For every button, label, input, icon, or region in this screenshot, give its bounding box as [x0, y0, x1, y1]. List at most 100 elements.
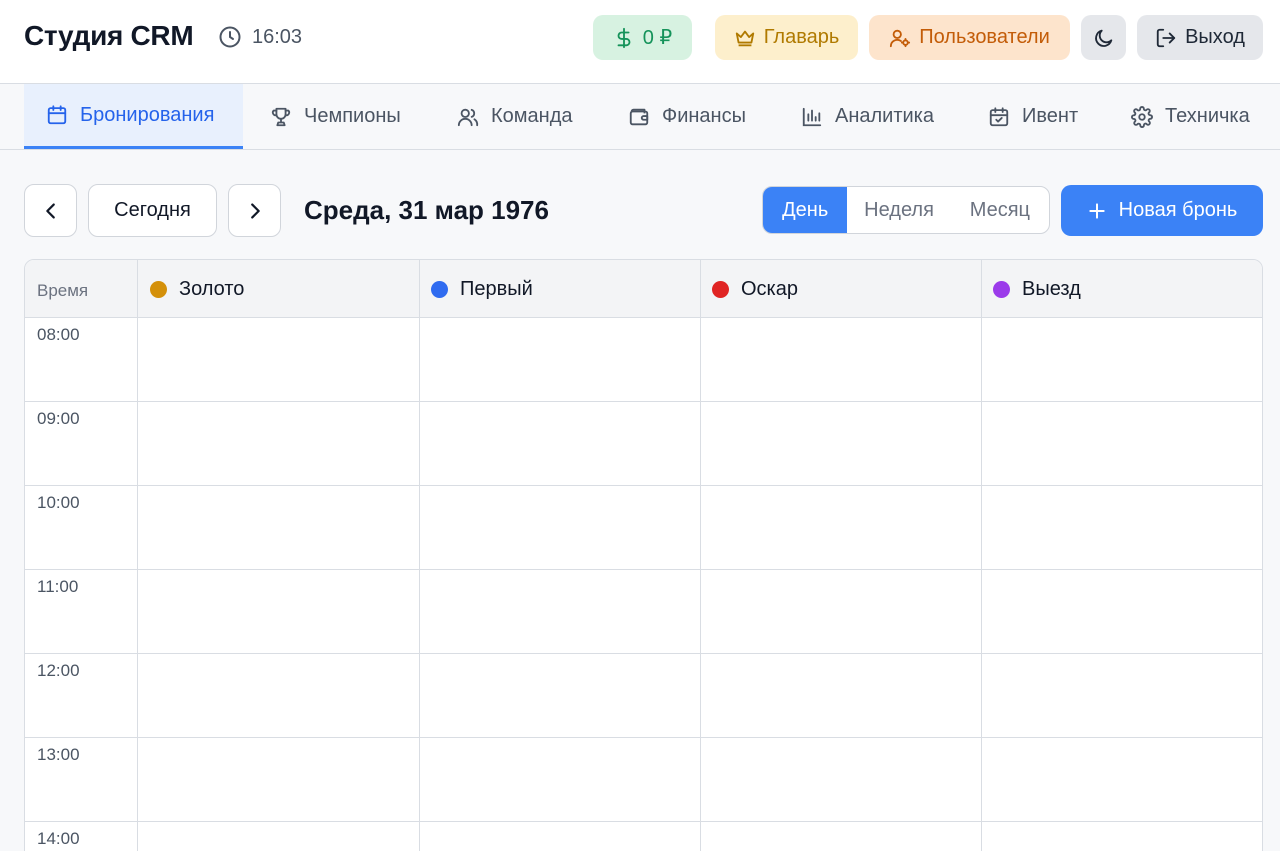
tab-event[interactable]: Ивент	[988, 84, 1078, 149]
calendar-icon	[47, 105, 67, 125]
slot-cell[interactable]	[138, 486, 419, 569]
tab-technical[interactable]: Техничка	[1131, 84, 1250, 149]
slot-cell[interactable]	[420, 486, 700, 569]
tab-label: Команда	[491, 105, 573, 127]
room-color-dot	[712, 280, 729, 298]
time-slot-label: 12:00	[37, 661, 80, 680]
slot-cell[interactable]	[701, 654, 981, 737]
moon-icon	[1094, 29, 1112, 47]
tab-label: Финансы	[662, 105, 746, 127]
main-tabs: Бронирования Чемпионы Команда Финансы Ан…	[0, 84, 1280, 150]
next-day-button[interactable]	[228, 184, 281, 237]
tab-label: Техничка	[1165, 105, 1250, 127]
slot-cell[interactable]	[138, 318, 419, 401]
slot-cell[interactable]	[982, 318, 1262, 401]
chevron-left-icon	[45, 202, 55, 219]
slot-cell[interactable]	[138, 738, 419, 821]
tab-label: Чемпионы	[304, 105, 401, 127]
room-color-dot	[431, 280, 448, 298]
trophy-icon	[271, 107, 291, 126]
time-slot-label: 08:00	[37, 325, 80, 344]
room-name: Золото	[179, 277, 245, 300]
tab-label: Аналитика	[835, 105, 934, 127]
app-title: Студия CRM	[24, 20, 194, 51]
prev-day-button[interactable]	[24, 184, 77, 237]
tab-bookings[interactable]: Бронирования	[24, 84, 243, 149]
users-label: Пользователи	[919, 26, 1050, 48]
room-color-dot	[993, 280, 1010, 298]
room-name: Первый	[460, 277, 533, 300]
calendar-header-row: Время Золото Первый Оскар Выезд	[25, 260, 1262, 318]
slot-cell[interactable]	[138, 402, 419, 485]
slot-cell[interactable]	[701, 738, 981, 821]
tab-champions[interactable]: Чемпионы	[270, 84, 401, 149]
logout-label: Выход	[1185, 26, 1245, 48]
users-button[interactable]: Пользователи	[869, 15, 1070, 60]
slot-cell[interactable]	[982, 738, 1262, 821]
wallet-icon	[629, 108, 649, 125]
room-name: Оскар	[741, 277, 798, 300]
gear-icon	[1131, 105, 1153, 128]
boss-button[interactable]: Главарь	[715, 15, 858, 60]
slot-cell[interactable]	[982, 402, 1262, 485]
time-slot-label: 14:00	[37, 829, 80, 848]
slot-cell[interactable]	[701, 318, 981, 401]
plus-icon	[1089, 202, 1105, 219]
view-month-button[interactable]: Месяц	[951, 187, 1049, 233]
time-slot-label: 10:00	[37, 493, 80, 512]
calendar-check-icon	[989, 106, 1009, 126]
slot-cell[interactable]	[982, 486, 1262, 569]
user-gear-icon	[890, 29, 911, 47]
slot-cell[interactable]	[420, 738, 700, 821]
room-name: Выезд	[1022, 277, 1081, 300]
chevron-right-icon	[250, 202, 260, 219]
slot-cell[interactable]	[420, 570, 700, 653]
new-booking-button[interactable]: Новая бронь	[1061, 185, 1263, 236]
today-button[interactable]: Сегодня	[88, 184, 217, 237]
slot-cell[interactable]	[701, 402, 981, 485]
current-date-title: Среда, 31 мар 1976	[304, 195, 549, 225]
slot-cell[interactable]	[982, 570, 1262, 653]
balance-button[interactable]: 0 ₽	[593, 15, 692, 60]
slot-cell[interactable]	[420, 402, 700, 485]
slot-cell[interactable]	[701, 570, 981, 653]
view-switcher: День Неделя Месяц	[762, 186, 1050, 234]
slot-cell[interactable]	[138, 570, 419, 653]
room-header-gold: Золото	[138, 260, 244, 318]
users-icon	[457, 108, 479, 126]
crown-icon	[735, 30, 754, 46]
room-color-dot	[150, 280, 167, 298]
boss-label: Главарь	[763, 26, 840, 48]
view-week-button[interactable]: Неделя	[847, 187, 950, 233]
dollar-icon	[617, 27, 631, 48]
bar-chart-icon	[802, 107, 822, 126]
theme-toggle-button[interactable]	[1081, 15, 1126, 60]
logout-button[interactable]: Выход	[1137, 15, 1263, 60]
slot-cell[interactable]	[982, 654, 1262, 737]
slot-cell[interactable]	[138, 654, 419, 737]
slot-cell[interactable]	[420, 318, 700, 401]
tab-finance[interactable]: Финансы	[628, 84, 746, 149]
row-divider	[25, 821, 1262, 822]
room-header-outside: Выезд	[981, 260, 1081, 318]
view-day-button[interactable]: День	[763, 187, 848, 233]
room-header-first: Первый	[419, 260, 533, 318]
balance-value: 0 ₽	[642, 27, 673, 49]
room-header-oscar: Оскар	[700, 260, 798, 318]
app-header: Студия CRM 16:03 0 ₽ Главарь Пользовател…	[0, 0, 1280, 84]
logout-icon	[1156, 28, 1176, 47]
day-calendar-grid: Время Золото Первый Оскар Выезд 08:00 09…	[24, 259, 1263, 851]
slot-cell[interactable]	[420, 654, 700, 737]
new-booking-label: Новая бронь	[1118, 199, 1238, 221]
time-slot-label: 09:00	[37, 409, 80, 428]
tab-team[interactable]: Команда	[457, 84, 572, 149]
tab-label: Бронирования	[80, 103, 215, 126]
time-column-header: Время	[37, 281, 89, 300]
time-slot-label: 13:00	[37, 745, 80, 764]
time-slot-label: 11:00	[37, 577, 79, 596]
clock-time: 16:03	[252, 25, 303, 48]
clock-icon	[219, 26, 241, 48]
tab-label: Ивент	[1022, 105, 1079, 127]
slot-cell[interactable]	[701, 486, 981, 569]
tab-analytics[interactable]: Аналитика	[801, 84, 934, 149]
